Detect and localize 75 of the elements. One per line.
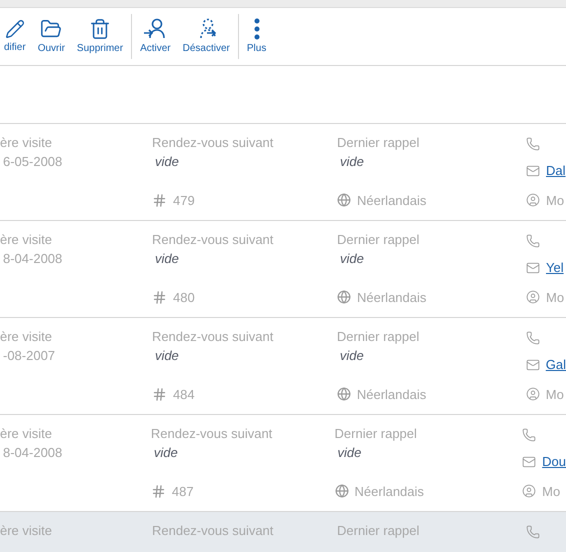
user-arrow-icon xyxy=(143,18,168,40)
user-icon xyxy=(526,290,540,304)
owner-text: Mo xyxy=(546,288,564,306)
toolbar-button[interactable]: Ouvrir xyxy=(32,14,71,60)
field-label: Rendez-vous suivant xyxy=(152,231,274,249)
owner-text: Mo xyxy=(546,386,564,404)
owner-text: Mo xyxy=(542,482,560,500)
field-label: Rendez-vous suivant xyxy=(152,522,274,540)
globe-icon xyxy=(336,387,351,402)
record-number: 487 xyxy=(172,482,194,500)
mail-icon xyxy=(526,358,540,372)
language-text: Néerlandais xyxy=(354,482,424,500)
globe-icon xyxy=(337,193,351,208)
hash-icon xyxy=(152,192,167,208)
toolbar-button[interactable]: difier xyxy=(0,14,32,60)
record-number: 480 xyxy=(173,288,195,306)
globe-icon xyxy=(334,484,349,498)
user-icon xyxy=(526,193,540,208)
toolbar-button[interactable]: Plus xyxy=(240,14,272,60)
phone-icon xyxy=(522,428,536,442)
phone-icon xyxy=(526,137,540,151)
user-icon xyxy=(526,387,540,402)
user-icon xyxy=(522,484,536,498)
toolbar-button[interactable]: Désactiver xyxy=(176,14,236,60)
field-value: vide xyxy=(336,444,362,462)
field-label: ère visite xyxy=(0,328,54,346)
field-value: vide xyxy=(339,250,365,268)
field-label: ère visite xyxy=(0,425,54,443)
folder-icon xyxy=(40,18,62,40)
visit-date: 8-04-2008 xyxy=(2,250,64,268)
field-label: Rendez-vous suivant xyxy=(152,328,274,346)
field-label: Dernier rappel xyxy=(337,231,420,249)
phone-icon xyxy=(526,234,540,248)
visit-date: -08-2007 xyxy=(2,347,56,365)
field-value: vide xyxy=(338,347,365,365)
field-label: Rendez-vous suivant xyxy=(150,425,274,443)
language-text: Néerlandais xyxy=(357,192,426,210)
field-label: ère visite xyxy=(0,522,54,540)
globe-icon xyxy=(337,290,351,304)
field-value: vide xyxy=(154,250,180,268)
email-link[interactable]: Yel xyxy=(546,258,564,278)
language-text: Néerlandais xyxy=(356,386,426,404)
mail-icon xyxy=(522,454,536,469)
field-value: vide xyxy=(152,444,179,462)
field-label: ère visite xyxy=(0,134,54,152)
record-number: 479 xyxy=(173,192,195,210)
trash-icon xyxy=(88,18,111,40)
toolbar-button[interactable]: Activer xyxy=(134,14,177,60)
phone-icon xyxy=(526,525,540,539)
field-label: Dernier rappel xyxy=(336,328,420,346)
phone-icon xyxy=(526,331,540,345)
email-link[interactable]: Dou xyxy=(542,452,566,472)
field-value: vide xyxy=(339,153,365,171)
field-label: Dernier rappel xyxy=(334,425,418,443)
toolbar-button[interactable]: Supprimer xyxy=(70,14,130,60)
mail-icon xyxy=(526,164,540,178)
visit-date: 8-04-2008 xyxy=(2,444,64,462)
hash-icon xyxy=(152,290,167,305)
record-number: 484 xyxy=(172,386,195,404)
visit-date: 6-05-2008 xyxy=(2,153,64,171)
more-icon xyxy=(254,18,260,40)
hash-icon xyxy=(150,484,166,499)
language-text: Néerlandais xyxy=(357,288,426,306)
field-value: vide xyxy=(154,347,180,365)
email-link[interactable]: Dal xyxy=(546,161,566,180)
owner-text: Mo xyxy=(546,192,564,210)
field-label: Rendez-vous suivant xyxy=(152,134,274,152)
field-label: ère visite xyxy=(0,231,54,249)
hash-icon xyxy=(152,386,167,402)
field-value: vide xyxy=(154,153,180,171)
mail-icon xyxy=(526,260,540,275)
email-link[interactable]: Gal xyxy=(546,355,566,374)
pencil-icon xyxy=(4,19,25,39)
field-label: Dernier rappel xyxy=(337,134,420,152)
field-label: Dernier rappel xyxy=(337,522,420,540)
